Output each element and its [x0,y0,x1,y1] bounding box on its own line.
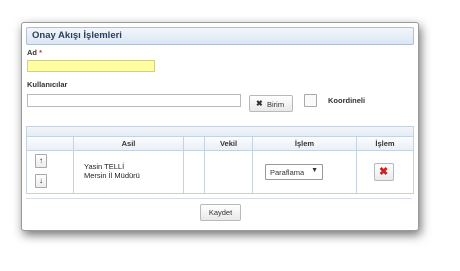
users-input[interactable] [27,94,241,107]
required-mark: * [39,48,43,57]
action-select-value: Paraflama [270,168,305,177]
close-x-icon: ✖ [256,99,263,108]
coordinated-label: Koordineli [328,96,366,105]
name-label: Ad [27,48,37,57]
arrow-down-icon[interactable]: ↓ [35,174,47,188]
table-row-deputy-cell [205,151,253,193]
column-header-principal: Asil [74,137,184,151]
table-row-blank-cell [184,151,205,193]
coordinated-checkbox[interactable] [304,94,317,107]
table-row-order-cell: ↑ ↓ [27,151,74,193]
approval-flow-window: Onay Akışı İşlemleri Ad * Kullanıcılar ✖… [21,22,419,231]
column-header-order [27,137,74,151]
action-select[interactable]: Paraflama ▼ [265,164,323,180]
column-header-blank [184,137,205,151]
principal-name: Yasin TELLİ [84,162,125,171]
table-row-principal-cell: Yasin TELLİ Mersin İl Müdürü [74,151,184,193]
principal-title: Mersin İl Müdürü [84,171,140,180]
table-row-operation-cell: ✖ [357,151,413,193]
table-toolbar [27,127,413,137]
arrow-up-icon[interactable]: ↑ [35,154,47,168]
panel-header: Onay Akışı İşlemleri [26,27,414,45]
name-input[interactable] [27,60,155,72]
name-label-group: Ad * [27,48,42,57]
approvers-table: Asil Vekil İşlem İşlem ↑ ↓ Yasin TELLİ M… [26,126,414,194]
users-label: Kullanıcılar [27,80,68,89]
column-header-operation: İşlem [357,137,413,151]
panel-title: Onay Akışı İşlemleri [32,30,122,41]
chevron-down-icon: ▼ [311,167,318,174]
delete-x-icon: ✖ [379,166,389,178]
table-row-action-cell: Paraflama ▼ [253,151,357,193]
unit-button-label: Birim [267,100,285,109]
unit-button[interactable]: ✖ Birim [249,95,293,112]
save-button[interactable]: Kaydet [200,204,241,221]
footer-divider [26,198,412,199]
column-header-action: İşlem [253,137,357,151]
delete-button[interactable]: ✖ [374,163,394,181]
column-header-deputy: Vekil [205,137,253,151]
